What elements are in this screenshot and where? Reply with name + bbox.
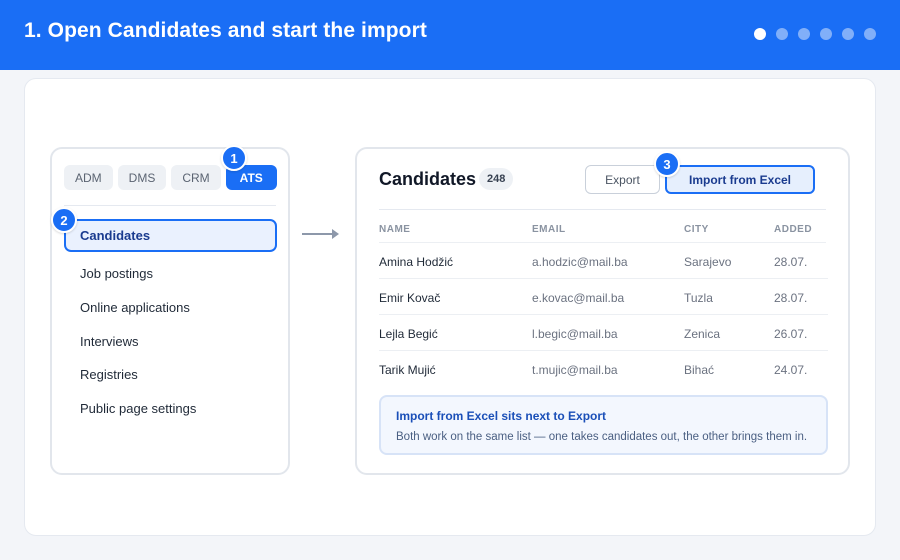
cell-city: Bihać bbox=[684, 363, 715, 377]
cell-city: Zenica bbox=[684, 327, 721, 341]
note-title: Import from Excel sits next to Export bbox=[396, 409, 607, 423]
candidates-panel: Candidates 248 Export Import from Excel … bbox=[355, 147, 850, 475]
sidebar-item-interviews[interactable]: Interviews bbox=[80, 334, 139, 349]
divider bbox=[64, 205, 276, 206]
cell-email: a.hodzic@mail.ba bbox=[532, 255, 628, 269]
cell-name: Lejla Begić bbox=[379, 327, 438, 341]
table-row[interactable]: Amina Hodžić a.hodzic@mail.ba Sarajevo 2… bbox=[379, 243, 828, 279]
cell-added: 26.07. bbox=[774, 327, 808, 341]
tab-crm[interactable]: CRM bbox=[171, 165, 221, 190]
step-dot-active[interactable] bbox=[754, 27, 766, 40]
step-title: 1. Open Candidates and start the import bbox=[24, 19, 427, 42]
step-badge-3: 3 bbox=[654, 151, 680, 177]
step-dot[interactable] bbox=[798, 27, 810, 40]
note-body: Both work on the same list — one takes c… bbox=[396, 431, 808, 443]
sidebar: ADM DMS CRM ATS Candidates Job postings … bbox=[50, 147, 290, 475]
arrow-right-icon bbox=[302, 229, 339, 239]
module-tabs: ADM DMS CRM ATS bbox=[64, 165, 277, 190]
step-badge-1: 1 bbox=[221, 145, 247, 171]
step-badge-2: 2 bbox=[51, 207, 77, 233]
tab-adm[interactable]: ADM bbox=[64, 165, 113, 190]
cell-email: e.kovac@mail.ba bbox=[532, 291, 625, 305]
column-header-email[interactable]: EMAIL bbox=[532, 224, 566, 235]
cell-name: Amina Hodžić bbox=[379, 255, 454, 269]
export-button[interactable]: Export bbox=[585, 165, 660, 194]
sidebar-item-registries[interactable]: Registries bbox=[80, 367, 138, 382]
cell-city: Sarajevo bbox=[684, 255, 732, 269]
column-header-city[interactable]: CITY bbox=[684, 224, 709, 235]
table-row[interactable]: Lejla Begić l.begic@mail.ba Zenica 26.07… bbox=[379, 315, 828, 351]
table-row[interactable]: Tarik Mujić t.mujic@mail.ba Bihać 24.07. bbox=[379, 351, 828, 387]
cell-email: t.mujic@mail.ba bbox=[532, 363, 618, 377]
cell-added: 24.07. bbox=[774, 363, 808, 377]
cell-added: 28.07. bbox=[774, 255, 808, 269]
divider bbox=[379, 209, 826, 210]
count-badge: 248 bbox=[479, 168, 514, 190]
sidebar-item-public-page-settings[interactable]: Public page settings bbox=[80, 401, 196, 416]
cell-name: Emir Kovač bbox=[379, 291, 441, 305]
sidebar-item-candidates[interactable]: Candidates bbox=[64, 219, 277, 252]
table-row[interactable]: Emir Kovač e.kovac@mail.ba Tuzla 28.07. bbox=[379, 279, 828, 315]
cell-name: Tarik Mujić bbox=[379, 363, 436, 377]
cell-city: Tuzla bbox=[684, 291, 713, 305]
tab-dms[interactable]: DMS bbox=[117, 165, 167, 190]
cell-email: l.begic@mail.ba bbox=[532, 327, 618, 341]
cell-added: 28.07. bbox=[774, 291, 808, 305]
step-header: 1. Open Candidates and start the import bbox=[0, 0, 900, 70]
column-header-name[interactable]: NAME bbox=[379, 224, 410, 235]
step-dot[interactable] bbox=[864, 27, 876, 40]
step-dot[interactable] bbox=[820, 27, 832, 40]
sidebar-item-job-postings[interactable]: Job postings bbox=[80, 266, 153, 281]
info-note: Import from Excel sits next to Export Bo… bbox=[379, 395, 828, 455]
sidebar-item-online-applications[interactable]: Online applications bbox=[80, 300, 190, 315]
import-from-excel-button[interactable]: Import from Excel bbox=[665, 165, 815, 194]
step-dot[interactable] bbox=[842, 27, 854, 40]
step-progress-dots bbox=[754, 27, 876, 40]
page-title: Candidates bbox=[379, 169, 477, 189]
step-dot[interactable] bbox=[776, 27, 788, 40]
column-header-added[interactable]: ADDED bbox=[774, 224, 812, 235]
